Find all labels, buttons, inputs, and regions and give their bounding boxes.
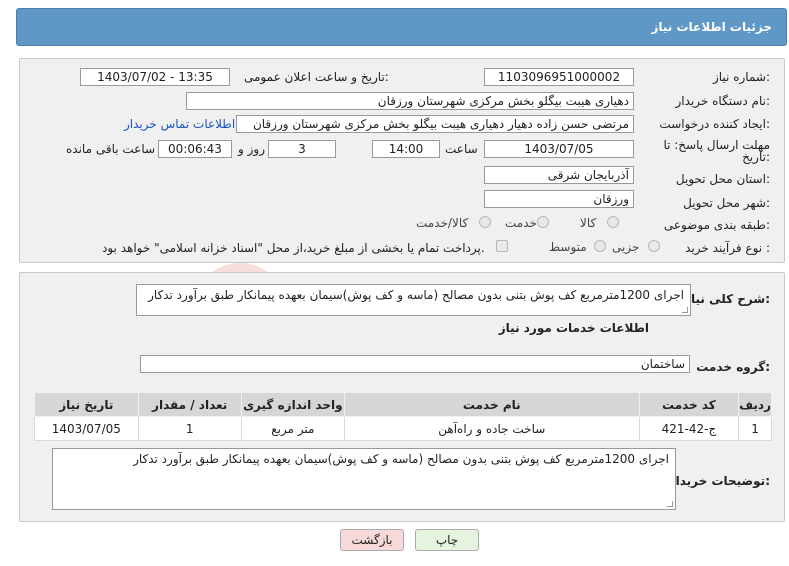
remaining-time-field: 00:06:43 — [158, 140, 232, 158]
deadline-label-date: تاریخ: — [742, 150, 770, 164]
cell-need-date: 1403/07/05 — [34, 416, 139, 441]
cell-unit: متر مربع — [240, 416, 345, 441]
category-label: طبقه بندی موضوعی: — [663, 218, 770, 232]
province-field: آذربایجان شرقی — [484, 166, 634, 184]
services-table: ردیف کد خدمت نام خدمت واحد اندازه گیری ت… — [34, 392, 772, 441]
cell-quantity: 1 — [137, 416, 242, 441]
need-info-panel — [19, 58, 785, 263]
deadline-time-field: 14:00 — [372, 140, 440, 158]
need-number-field: 1103096951000002 — [484, 68, 634, 86]
resize-handle-icon[interactable] — [682, 307, 688, 313]
col-header-service-name: نام خدمت — [343, 392, 640, 417]
buyer-notes-text: اجرای 1200مترمربع کف پوش بتنی بدون مصالح… — [133, 452, 669, 466]
need-number-label: شماره نیاز: — [712, 70, 770, 84]
page-title: جزئیات اطلاعات نیاز — [651, 20, 772, 34]
remaining-label: ساعت باقی مانده — [66, 142, 156, 156]
days-label: روز و — [238, 142, 265, 156]
page-header: جزئیات اطلاعات نیاز — [16, 8, 787, 46]
days-field: 3 — [268, 140, 336, 158]
time-label: ساعت — [445, 142, 478, 156]
cell-row-number: 1 — [738, 416, 772, 441]
province-label: استان محل تحویل: — [675, 172, 770, 186]
table-row: 1 ج-42-421 ساخت جاده و راه‌آهن متر مربع … — [34, 416, 772, 441]
category-radio-service[interactable] — [537, 216, 549, 228]
cell-service-name: ساخت جاده و راه‌آهن — [343, 416, 640, 441]
summary-label: شرح کلی نیاز: — [684, 292, 770, 306]
category-service-label: خدمت — [505, 216, 537, 230]
city-label: شهر محل تحویل: — [683, 196, 770, 210]
process-radio-minor[interactable] — [648, 240, 660, 252]
announce-label: تاریخ و ساعت اعلان عمومی: — [244, 70, 389, 84]
payment-checkbox[interactable] — [496, 240, 508, 252]
buyer-org-label: نام دستگاه خریدار: — [675, 94, 771, 108]
resize-handle-icon[interactable] — [667, 501, 673, 507]
buyer-contact-link[interactable]: اطلاعات تماس خریدار — [124, 117, 235, 131]
summary-textarea[interactable]: اجرای 1200مترمربع کف پوش بتنی بدون مصالح… — [136, 284, 691, 316]
services-table-header-row: ردیف کد خدمت نام خدمت واحد اندازه گیری ت… — [34, 392, 772, 417]
col-header-unit: واحد اندازه گیری — [240, 392, 345, 417]
service-group-label: گروه خدمت: — [696, 360, 770, 374]
category-goods-service-label: کالا/خدمت — [416, 216, 469, 230]
col-header-need-date: تاریخ نیاز — [34, 392, 139, 417]
buyer-notes-textarea[interactable]: اجرای 1200مترمربع کف پوش بتنی بدون مصالح… — [52, 448, 676, 510]
service-group-field: ساختمان — [140, 355, 690, 373]
buyer-org-field: دهیاری هیبت بیگلو بخش مرکزی شهرستان ورزق… — [186, 92, 634, 110]
process-label: نوع فرآیند خرید : — [685, 241, 770, 255]
summary-text: اجرای 1200مترمربع کف پوش بتنی بدون مصالح… — [148, 288, 684, 302]
process-radio-medium[interactable] — [594, 240, 606, 252]
col-header-quantity: تعداد / مقدار — [137, 392, 242, 417]
category-radio-goods-service[interactable] — [479, 216, 491, 228]
process-medium-label: متوسط — [549, 240, 587, 254]
payment-note: پرداخت تمام یا بخشی از مبلغ خرید،از محل … — [102, 241, 485, 255]
requester-label: ایجاد کننده درخواست: — [659, 117, 770, 131]
cell-service-code: ج-42-421 — [638, 416, 740, 441]
process-minor-label: جزیی — [612, 240, 640, 254]
back-button[interactable]: بازگشت — [340, 529, 404, 551]
services-section-title: اطلاعات خدمات مورد نیاز — [498, 321, 649, 335]
requester-field: مرتضی حسن زاده دهیار دهیاری هیبت بیگلو ب… — [236, 115, 634, 133]
buyer-notes-label: توضیحات خریدار: — [668, 474, 770, 488]
col-header-service-code: کد خدمت — [638, 392, 740, 417]
col-header-row-number: ردیف — [738, 392, 772, 417]
category-radio-goods[interactable] — [607, 216, 619, 228]
deadline-date-field: 1403/07/05 — [484, 140, 634, 158]
announce-datetime-field: 1403/07/02 - 13:35 — [80, 68, 230, 86]
city-field: ورزقان — [484, 190, 634, 208]
print-button[interactable]: چاپ — [415, 529, 479, 551]
category-goods-label: کالا — [580, 216, 597, 230]
